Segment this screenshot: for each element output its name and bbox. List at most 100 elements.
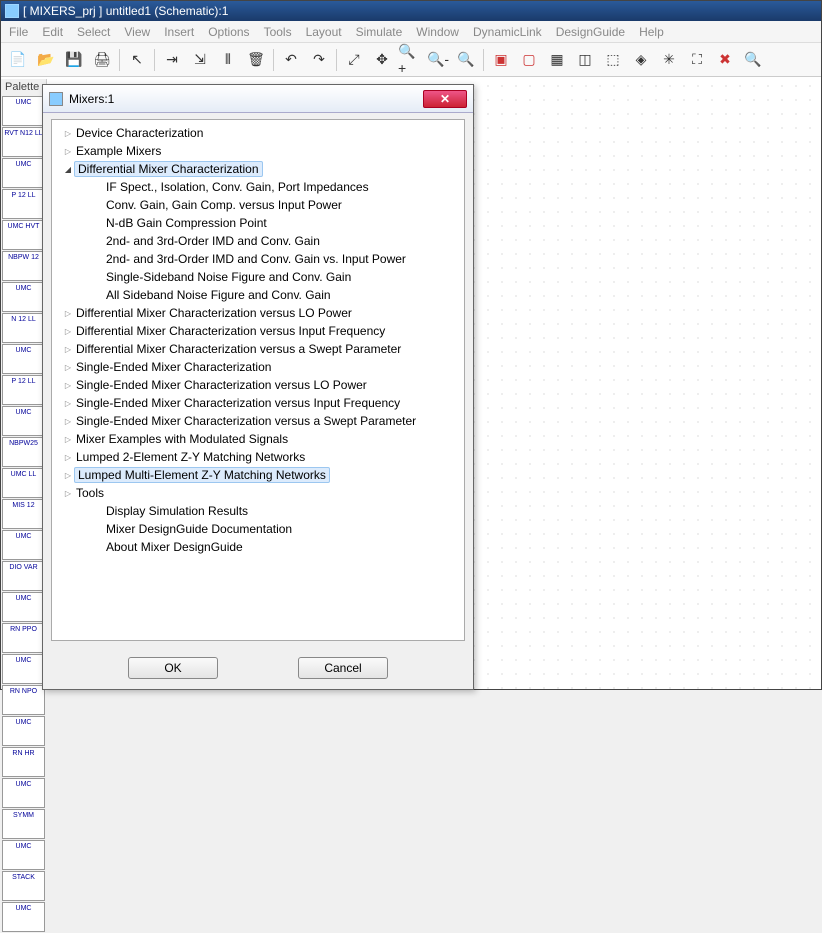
delete-icon[interactable]: 🗑 bbox=[243, 47, 269, 73]
net-icon[interactable]: ▢ bbox=[516, 47, 542, 73]
tree-row[interactable]: Tools bbox=[54, 484, 462, 502]
comp2-icon[interactable]: ◫ bbox=[572, 47, 598, 73]
ok-button[interactable]: OK bbox=[128, 657, 218, 679]
undo-icon[interactable]: ↶ bbox=[278, 47, 304, 73]
menu-file[interactable]: File bbox=[9, 25, 28, 39]
zoom-in-icon[interactable]: 🔍+ bbox=[397, 47, 423, 73]
palette-cell[interactable]: DIO VAR bbox=[2, 561, 45, 591]
tree-row[interactable]: Differential Mixer Characterization vers… bbox=[54, 304, 462, 322]
tree-row[interactable]: Lumped 2-Element Z-Y Matching Networks bbox=[54, 448, 462, 466]
cancel-button[interactable]: Cancel bbox=[298, 657, 388, 679]
comp7-icon[interactable]: ✖ bbox=[712, 47, 738, 73]
menu-simulate[interactable]: Simulate bbox=[356, 25, 403, 39]
tree-row[interactable]: Single-Ended Mixer Characterization bbox=[54, 358, 462, 376]
menu-dynamiclink[interactable]: DynamicLink bbox=[473, 25, 542, 39]
tree-row[interactable]: 2nd- and 3rd-Order IMD and Conv. Gain vs… bbox=[54, 250, 462, 268]
palette-cell[interactable]: UMC bbox=[2, 716, 45, 746]
chevron-right-icon[interactable] bbox=[62, 470, 74, 480]
palette-cell[interactable]: UMC bbox=[2, 406, 45, 436]
palette-cell[interactable]: UMC bbox=[2, 344, 45, 374]
tree-row[interactable]: IF Spect., Isolation, Conv. Gain, Port I… bbox=[54, 178, 462, 196]
redo-icon[interactable]: ↷ bbox=[306, 47, 332, 73]
tree-row[interactable]: All Sideband Noise Figure and Conv. Gain bbox=[54, 286, 462, 304]
menu-edit[interactable]: Edit bbox=[42, 25, 63, 39]
chevron-right-icon[interactable] bbox=[62, 416, 74, 426]
palette-cell[interactable]: RN HR bbox=[2, 747, 45, 777]
chevron-right-icon[interactable] bbox=[62, 326, 74, 336]
chevron-right-icon[interactable] bbox=[62, 344, 74, 354]
zoom-fit-icon[interactable]: ⤢ bbox=[341, 47, 367, 73]
palette-cell[interactable]: NBPW 12 bbox=[2, 251, 45, 281]
comp1-icon[interactable]: ▦ bbox=[544, 47, 570, 73]
palette-cell[interactable]: UMC bbox=[2, 840, 45, 870]
chevron-right-icon[interactable] bbox=[62, 128, 74, 138]
palette-cell[interactable]: UMC HVT bbox=[2, 220, 45, 250]
palette-cell[interactable]: N 12 LL bbox=[2, 313, 45, 343]
tree-row[interactable]: Display Simulation Results bbox=[54, 502, 462, 520]
menu-window[interactable]: Window bbox=[416, 25, 459, 39]
tree-row[interactable]: Single-Ended Mixer Characterization vers… bbox=[54, 376, 462, 394]
chevron-right-icon[interactable] bbox=[62, 488, 74, 498]
tree-row[interactable]: Device Characterization bbox=[54, 124, 462, 142]
tree-row[interactable]: Mixer DesignGuide Documentation bbox=[54, 520, 462, 538]
palette-cell[interactable]: UMC bbox=[2, 592, 45, 622]
tree-row[interactable]: Single-Ended Mixer Characterization vers… bbox=[54, 412, 462, 430]
palette-cell[interactable]: UMC bbox=[2, 96, 45, 126]
chevron-right-icon[interactable] bbox=[62, 146, 74, 156]
print-icon[interactable]: 🖨 bbox=[89, 47, 115, 73]
palette-cell[interactable]: UMC bbox=[2, 902, 45, 932]
distribute-icon[interactable]: ⫴ bbox=[215, 47, 241, 73]
comp8-icon[interactable]: 🔍 bbox=[740, 47, 766, 73]
new-icon[interactable]: 📄 bbox=[5, 47, 31, 73]
zoom-out-icon[interactable]: 🔍- bbox=[425, 47, 451, 73]
palette-cell[interactable]: RVT N12 LL bbox=[2, 127, 45, 157]
palette-cell[interactable]: UMC bbox=[2, 158, 45, 188]
palette-cell[interactable]: UMC bbox=[2, 530, 45, 560]
var-icon[interactable]: ▣ bbox=[488, 47, 514, 73]
menu-select[interactable]: Select bbox=[77, 25, 110, 39]
open-icon[interactable]: 📂 bbox=[33, 47, 59, 73]
menu-help[interactable]: Help bbox=[639, 25, 664, 39]
chevron-right-icon[interactable] bbox=[62, 398, 74, 408]
tree-row[interactable]: Example Mixers bbox=[54, 142, 462, 160]
tree-row[interactable]: About Mixer DesignGuide bbox=[54, 538, 462, 556]
chevron-right-icon[interactable] bbox=[62, 434, 74, 444]
tree-row[interactable]: Single-Ended Mixer Characterization vers… bbox=[54, 394, 462, 412]
dialog-titlebar[interactable]: Mixers:1 ✕ bbox=[43, 85, 473, 113]
align-h-icon[interactable]: ⇥ bbox=[159, 47, 185, 73]
palette-cell[interactable]: P 12 LL bbox=[2, 189, 45, 219]
tree-row[interactable]: Differential Mixer Characterization vers… bbox=[54, 322, 462, 340]
menu-view[interactable]: View bbox=[124, 25, 150, 39]
menu-layout[interactable]: Layout bbox=[306, 25, 342, 39]
tree-row[interactable]: Single-Sideband Noise Figure and Conv. G… bbox=[54, 268, 462, 286]
align-v-icon[interactable]: ⇲ bbox=[187, 47, 213, 73]
chevron-down-icon[interactable] bbox=[62, 164, 74, 174]
chevron-right-icon[interactable] bbox=[62, 362, 74, 372]
menu-designguide[interactable]: DesignGuide bbox=[556, 25, 625, 39]
chevron-right-icon[interactable] bbox=[62, 452, 74, 462]
tree-row[interactable]: Conv. Gain, Gain Comp. versus Input Powe… bbox=[54, 196, 462, 214]
tree-row[interactable]: N-dB Gain Compression Point bbox=[54, 214, 462, 232]
comp3-icon[interactable]: ⬚ bbox=[600, 47, 626, 73]
move-icon[interactable]: ✥ bbox=[369, 47, 395, 73]
close-icon[interactable]: ✕ bbox=[423, 90, 467, 108]
palette-cell[interactable]: UMC LL bbox=[2, 468, 45, 498]
palette-cell[interactable]: SYMM bbox=[2, 809, 45, 839]
tree-row[interactable]: 2nd- and 3rd-Order IMD and Conv. Gain bbox=[54, 232, 462, 250]
main-titlebar[interactable]: [ MIXERS_prj ] untitled1 (Schematic):1 bbox=[1, 1, 821, 21]
tree-row[interactable]: Lumped Multi-Element Z-Y Matching Networ… bbox=[54, 466, 462, 484]
zoom-sel-icon[interactable]: 🔍 bbox=[453, 47, 479, 73]
palette-cell[interactable]: UMC bbox=[2, 654, 45, 684]
menu-insert[interactable]: Insert bbox=[164, 25, 194, 39]
palette-cell[interactable]: RN PPO bbox=[2, 623, 45, 653]
palette-cell[interactable]: STACK bbox=[2, 871, 45, 901]
palette-cell[interactable]: UMC bbox=[2, 778, 45, 808]
tree[interactable]: Device CharacterizationExample Mixers Dif… bbox=[54, 124, 462, 556]
palette-cell[interactable]: UMC bbox=[2, 282, 45, 312]
save-icon[interactable]: 💾 bbox=[61, 47, 87, 73]
palette-cell[interactable]: MIS 12 bbox=[2, 499, 45, 529]
cursor-icon[interactable]: ↖ bbox=[124, 47, 150, 73]
menu-tools[interactable]: Tools bbox=[264, 25, 292, 39]
menu-options[interactable]: Options bbox=[208, 25, 249, 39]
comp6-icon[interactable]: ⛶ bbox=[684, 47, 710, 73]
